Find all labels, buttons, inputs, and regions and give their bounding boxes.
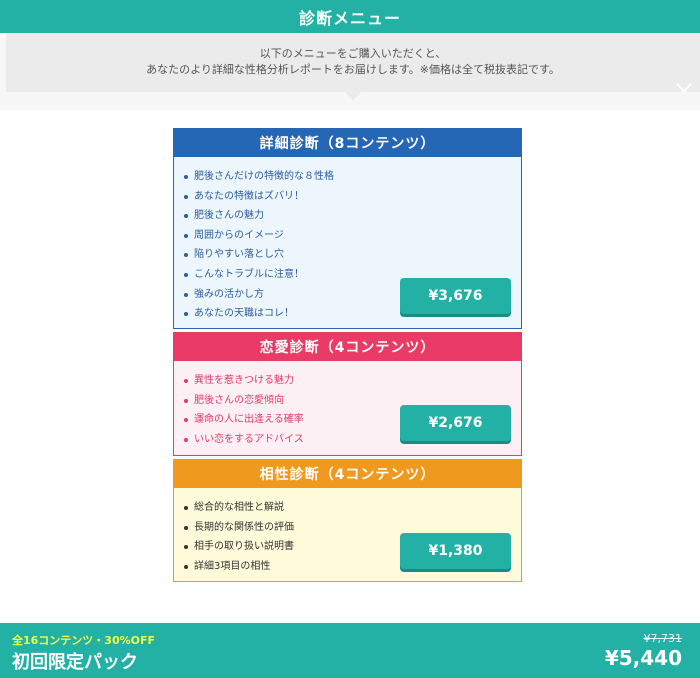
detail-diagnosis-card: 詳細診断（8コンテンツ） 肥後さんだけの特徴的な８性格 あなたの特徴はズバリ！ … [173, 128, 522, 329]
buy-detail-button[interactable]: ¥3,676 [400, 278, 511, 314]
page-title: 診断メニュー [298, 8, 401, 28]
card-title: 恋愛診断（4コンテンツ） [174, 333, 521, 361]
card-title: 相性診断（4コンテンツ） [174, 460, 521, 488]
list-item: 総合的な相性と解説 [184, 498, 521, 518]
original-price: ¥7,731 [643, 632, 683, 645]
discount-price: ¥5,440 [604, 646, 682, 670]
first-time-pack-banner[interactable]: 全16コンテンツ・30%OFF 初回限定パック ¥7,731 ¥5,440 [0, 623, 700, 678]
card-body: 総合的な相性と解説 長期的な関係性の評価 相手の取り扱い説明書 詳細3項目の相性… [174, 488, 521, 581]
list-item: 肥後さんだけの特徴的な８性格 [184, 167, 521, 187]
card-body: 肥後さんだけの特徴的な８性格 あなたの特徴はズバリ！ 肥後さんの魅力 周囲からの… [174, 157, 521, 328]
list-item: 異性を惹きつける魅力 [184, 371, 521, 391]
love-diagnosis-card: 恋愛診断（4コンテンツ） 異性を惹きつける魅力 肥後さんの恋愛傾向 運命の人に出… [173, 332, 522, 456]
notice-line-1: 以下のメニューをご購入いただくと、 [259, 47, 447, 60]
compatibility-diagnosis-card: 相性診断（4コンテンツ） 総合的な相性と解説 長期的な関係性の評価 相手の取り扱… [173, 459, 522, 582]
buy-love-button[interactable]: ¥2,676 [400, 405, 511, 441]
list-item: 陥りやすい落とし穴 [184, 245, 521, 265]
card-body: 異性を惹きつける魅力 肥後さんの恋愛傾向 運命の人に出逢える確率 いい恋をするア… [174, 361, 521, 455]
pack-title: 初回限定パック [12, 652, 138, 673]
notice-box: 以下のメニューをご購入いただくと、 あなたのより詳細な性格分析レポートをお届けし… [6, 33, 700, 92]
list-item: 周囲からのイメージ [184, 226, 521, 246]
list-item: 肥後さんの魅力 [184, 206, 521, 226]
card-title: 詳細診断（8コンテンツ） [174, 129, 521, 157]
promo-label: 全16コンテンツ・30%OFF [12, 634, 156, 647]
notice-line-2: あなたのより詳細な性格分析レポートをお届けします。※価格は全て税抜表記です。 [146, 63, 560, 76]
menu-header: 診断メニュー [0, 0, 700, 33]
buy-compatibility-button[interactable]: ¥1,380 [400, 533, 511, 569]
list-item: あなたの特徴はズバリ！ [184, 187, 521, 207]
notice-pointer [345, 92, 361, 101]
